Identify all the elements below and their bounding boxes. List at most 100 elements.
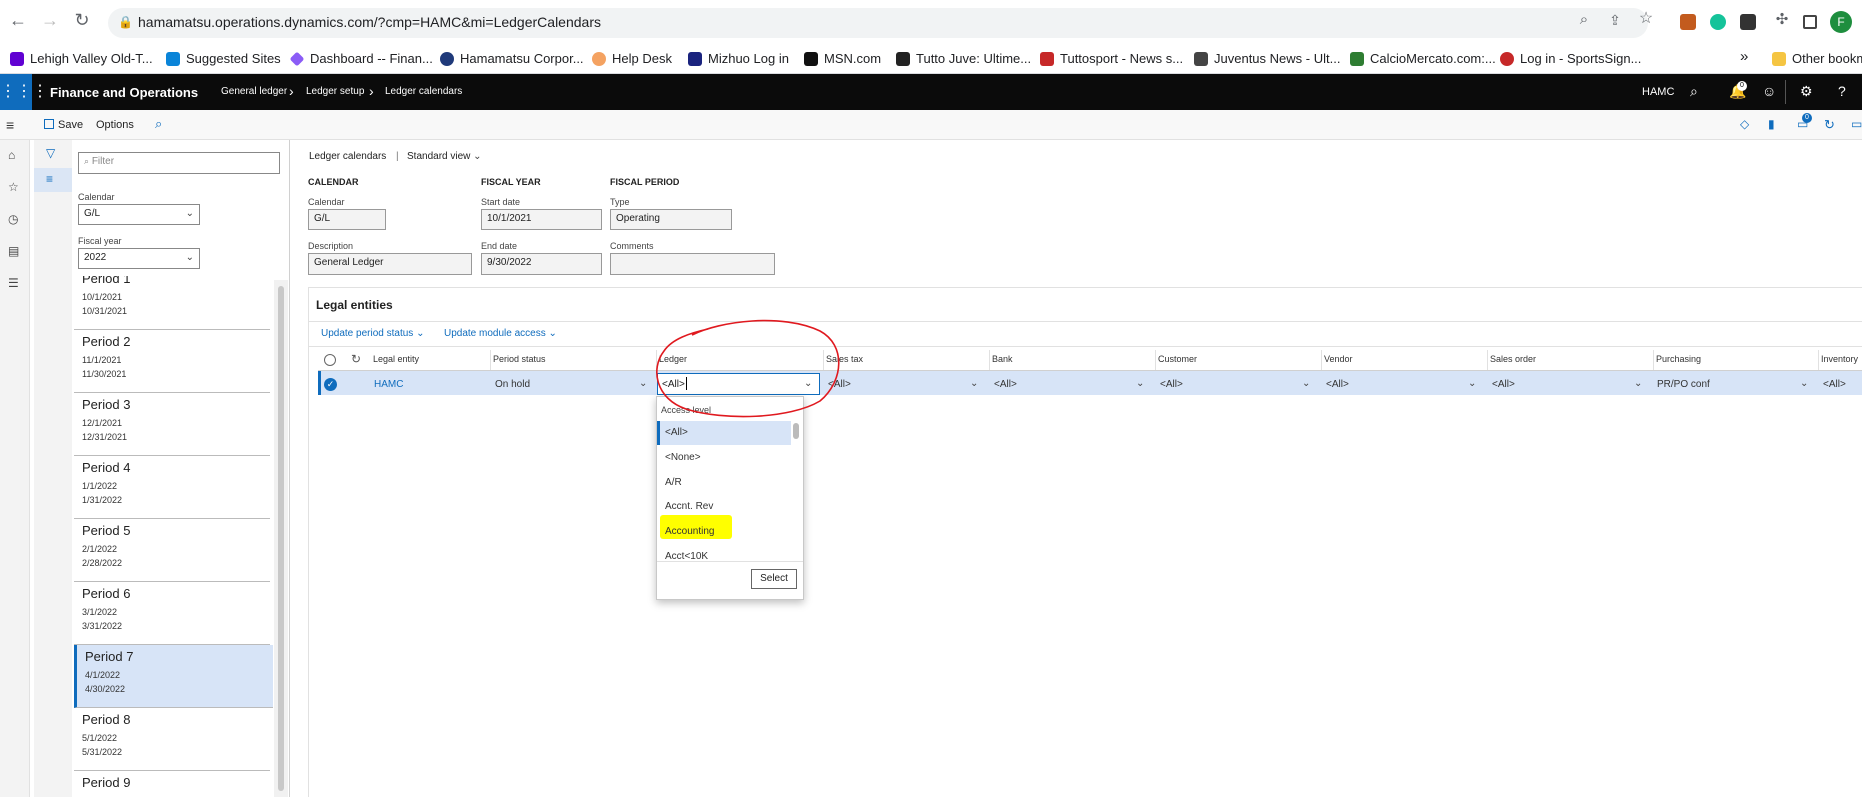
help-icon[interactable]: ? [1838, 83, 1846, 99]
filter-funnel-icon[interactable]: ▽ [46, 146, 55, 160]
zoom-icon[interactable]: ⌕ [1572, 10, 1596, 30]
breadcrumb-ledger-setup[interactable]: Ledger setup [306, 86, 364, 97]
period-status-cell[interactable]: On hold [495, 379, 530, 390]
bookmarks-overflow[interactable]: » [1740, 48, 1748, 65]
url-text[interactable]: hamamatsu.operations.dynamics.com/?cmp=H… [138, 14, 601, 30]
grammarly-icon[interactable] [1710, 14, 1726, 30]
office-icon[interactable]: ▮ [1768, 117, 1775, 131]
profile-avatar[interactable]: F [1830, 11, 1852, 33]
search-icon[interactable]: ⌕ [1690, 83, 1698, 100]
filter-input[interactable]: ⌕ Filter [78, 152, 280, 174]
dropdown-option[interactable]: <None> [665, 452, 701, 463]
bookmark-item[interactable]: Dashboard -- Finan... [289, 51, 433, 66]
period-item[interactable]: Period 9 [74, 771, 270, 797]
period-item[interactable]: Period 3 12/1/2021 12/31/2021 [74, 393, 270, 456]
period-item[interactable]: Period 4 1/1/2022 1/31/2022 [74, 456, 270, 519]
table-row[interactable] [318, 371, 1862, 395]
bookmark-item[interactable]: Help Desk [592, 51, 672, 66]
search-icon[interactable]: ⌕ [155, 116, 162, 132]
puzzle-icon[interactable]: ✣ [1770, 10, 1794, 30]
refresh-icon[interactable]: ↻ [1824, 117, 1835, 133]
app-title[interactable]: Finance and Operations [50, 85, 198, 100]
bookmark-item[interactable]: Juventus News - Ult... [1194, 51, 1340, 66]
select-all-radio[interactable] [324, 354, 336, 366]
bookmark-item[interactable]: MSN.com [804, 51, 881, 66]
company-picker[interactable]: HAMC [1642, 86, 1674, 98]
purchasing-cell[interactable]: PR/PO conf [1657, 379, 1710, 390]
period-item[interactable]: Period 8 5/1/2022 5/31/2022 [74, 708, 270, 771]
back-arrow-icon[interactable]: ← [6, 10, 30, 30]
column-header-vendor[interactable]: Vendor [1324, 354, 1353, 364]
refresh-icon[interactable]: ↻ [351, 352, 361, 366]
sidebar-icon[interactable] [1803, 15, 1817, 29]
column-header-period-status[interactable]: Period status [493, 354, 546, 364]
chevron-down-icon[interactable]: ⌄ [1634, 378, 1642, 389]
dropdown-scrollbar-thumb[interactable] [793, 423, 799, 439]
other-bookmarks[interactable]: Other bookm [1772, 51, 1862, 66]
customer-cell[interactable]: <All> [1160, 379, 1183, 390]
calendar-select[interactable]: G/L ⌄ [78, 204, 200, 225]
reload-icon[interactable]: ↻ [70, 10, 94, 30]
chevron-down-icon[interactable]: ⌄ [1468, 378, 1476, 389]
share-icon[interactable]: ⇪ [1603, 10, 1627, 30]
chevron-down-icon[interactable]: ⌄ [1136, 378, 1144, 389]
update-module-access-button[interactable]: Update module access ⌄ [444, 328, 557, 339]
bookmark-item[interactable]: Tuttosport - News s... [1040, 51, 1183, 66]
period-item[interactable]: Period 1 10/1/2021 10/31/2021 [74, 276, 270, 330]
breadcrumb-ledger-calendars[interactable]: Ledger calendars [385, 86, 462, 97]
bookmark-item[interactable]: Tutto Juve: Ultime... [896, 51, 1031, 66]
bookmark-item[interactable]: Hamamatsu Corpor... [440, 51, 584, 66]
extension-icon-2[interactable] [1740, 14, 1756, 30]
bookmark-item[interactable]: CalcioMercato.com:... [1350, 51, 1496, 66]
bookmark-item[interactable]: Log in - SportsSign... [1500, 51, 1641, 66]
scrollbar[interactable] [274, 280, 288, 797]
bookmark-item[interactable]: Suggested Sites [166, 51, 281, 66]
dropdown-option[interactable]: <All> [665, 427, 688, 438]
row-selected-check-icon[interactable]: ✓ [324, 378, 337, 391]
modules-list-icon[interactable]: ☰ [8, 276, 19, 290]
settings-gear-icon[interactable]: ⚙ [1800, 83, 1813, 100]
column-header-legal-entity[interactable]: Legal entity [373, 354, 419, 364]
fiscal-year-select[interactable]: 2022 ⌄ [78, 248, 200, 269]
open-new-window-icon[interactable]: ▭ [1851, 117, 1862, 131]
forward-arrow-icon[interactable]: → [38, 10, 62, 30]
hamburger-menu-icon[interactable]: ≡ [6, 117, 14, 133]
column-header-sales-order[interactable]: Sales order [1490, 354, 1536, 364]
view-selector[interactable]: Standard view ⌄ [407, 151, 482, 162]
inventory-cell[interactable]: <All> [1823, 379, 1846, 390]
feedback-smiley-icon[interactable]: ☺ [1762, 83, 1776, 99]
favorites-star-icon[interactable]: ☆ [8, 180, 19, 194]
period-item[interactable]: Period 5 2/1/2022 2/28/2022 [74, 519, 270, 582]
save-button[interactable]: Save [58, 119, 83, 131]
extension-icon[interactable] [1680, 14, 1696, 30]
dropdown-option[interactable]: A/R [665, 477, 682, 488]
column-header-bank[interactable]: Bank [992, 354, 1013, 364]
dropdown-option-highlighted[interactable]: Accounting [665, 526, 714, 537]
column-header-inventory[interactable]: Inventory [1821, 354, 1858, 364]
home-icon[interactable]: ⌂ [8, 148, 15, 162]
period-item[interactable]: Period 6 3/1/2022 3/31/2022 [74, 582, 270, 645]
scrollbar-thumb[interactable] [278, 286, 284, 791]
select-button[interactable]: Select [751, 569, 797, 589]
bookmark-item[interactable]: Mizhuo Log in [688, 51, 789, 66]
column-header-purchasing[interactable]: Purchasing [1656, 354, 1701, 364]
app-launcher-icon[interactable]: ⋮⋮⋮ [0, 74, 48, 110]
options-button[interactable]: Options [96, 119, 134, 131]
update-period-status-button[interactable]: Update period status ⌄ [321, 328, 424, 339]
sales-order-cell[interactable]: <All> [1492, 379, 1515, 390]
chevron-down-icon[interactable]: ⌄ [1302, 378, 1310, 389]
star-icon[interactable]: ☆ [1634, 9, 1658, 29]
recent-clock-icon[interactable]: ◷ [8, 212, 18, 226]
bookmark-item[interactable]: Lehigh Valley Old-T... [10, 51, 153, 66]
workspaces-icon[interactable]: ▤ [8, 244, 19, 258]
period-item[interactable]: Period 2 11/1/2021 11/30/2021 [74, 330, 270, 393]
vendor-cell[interactable]: <All> [1326, 379, 1349, 390]
power-apps-icon[interactable]: ◇ [1740, 117, 1749, 131]
chevron-down-icon[interactable]: ⌄ [639, 378, 647, 389]
period-item-selected[interactable]: Period 7 4/1/2022 4/30/2022 [74, 645, 273, 708]
dropdown-option[interactable]: Accnt. Rev [665, 501, 713, 512]
legal-entity-link[interactable]: HAMC [374, 379, 403, 390]
column-header-customer[interactable]: Customer [1158, 354, 1197, 364]
breadcrumb-general-ledger[interactable]: General ledger [221, 86, 287, 97]
bank-cell[interactable]: <All> [994, 379, 1017, 390]
